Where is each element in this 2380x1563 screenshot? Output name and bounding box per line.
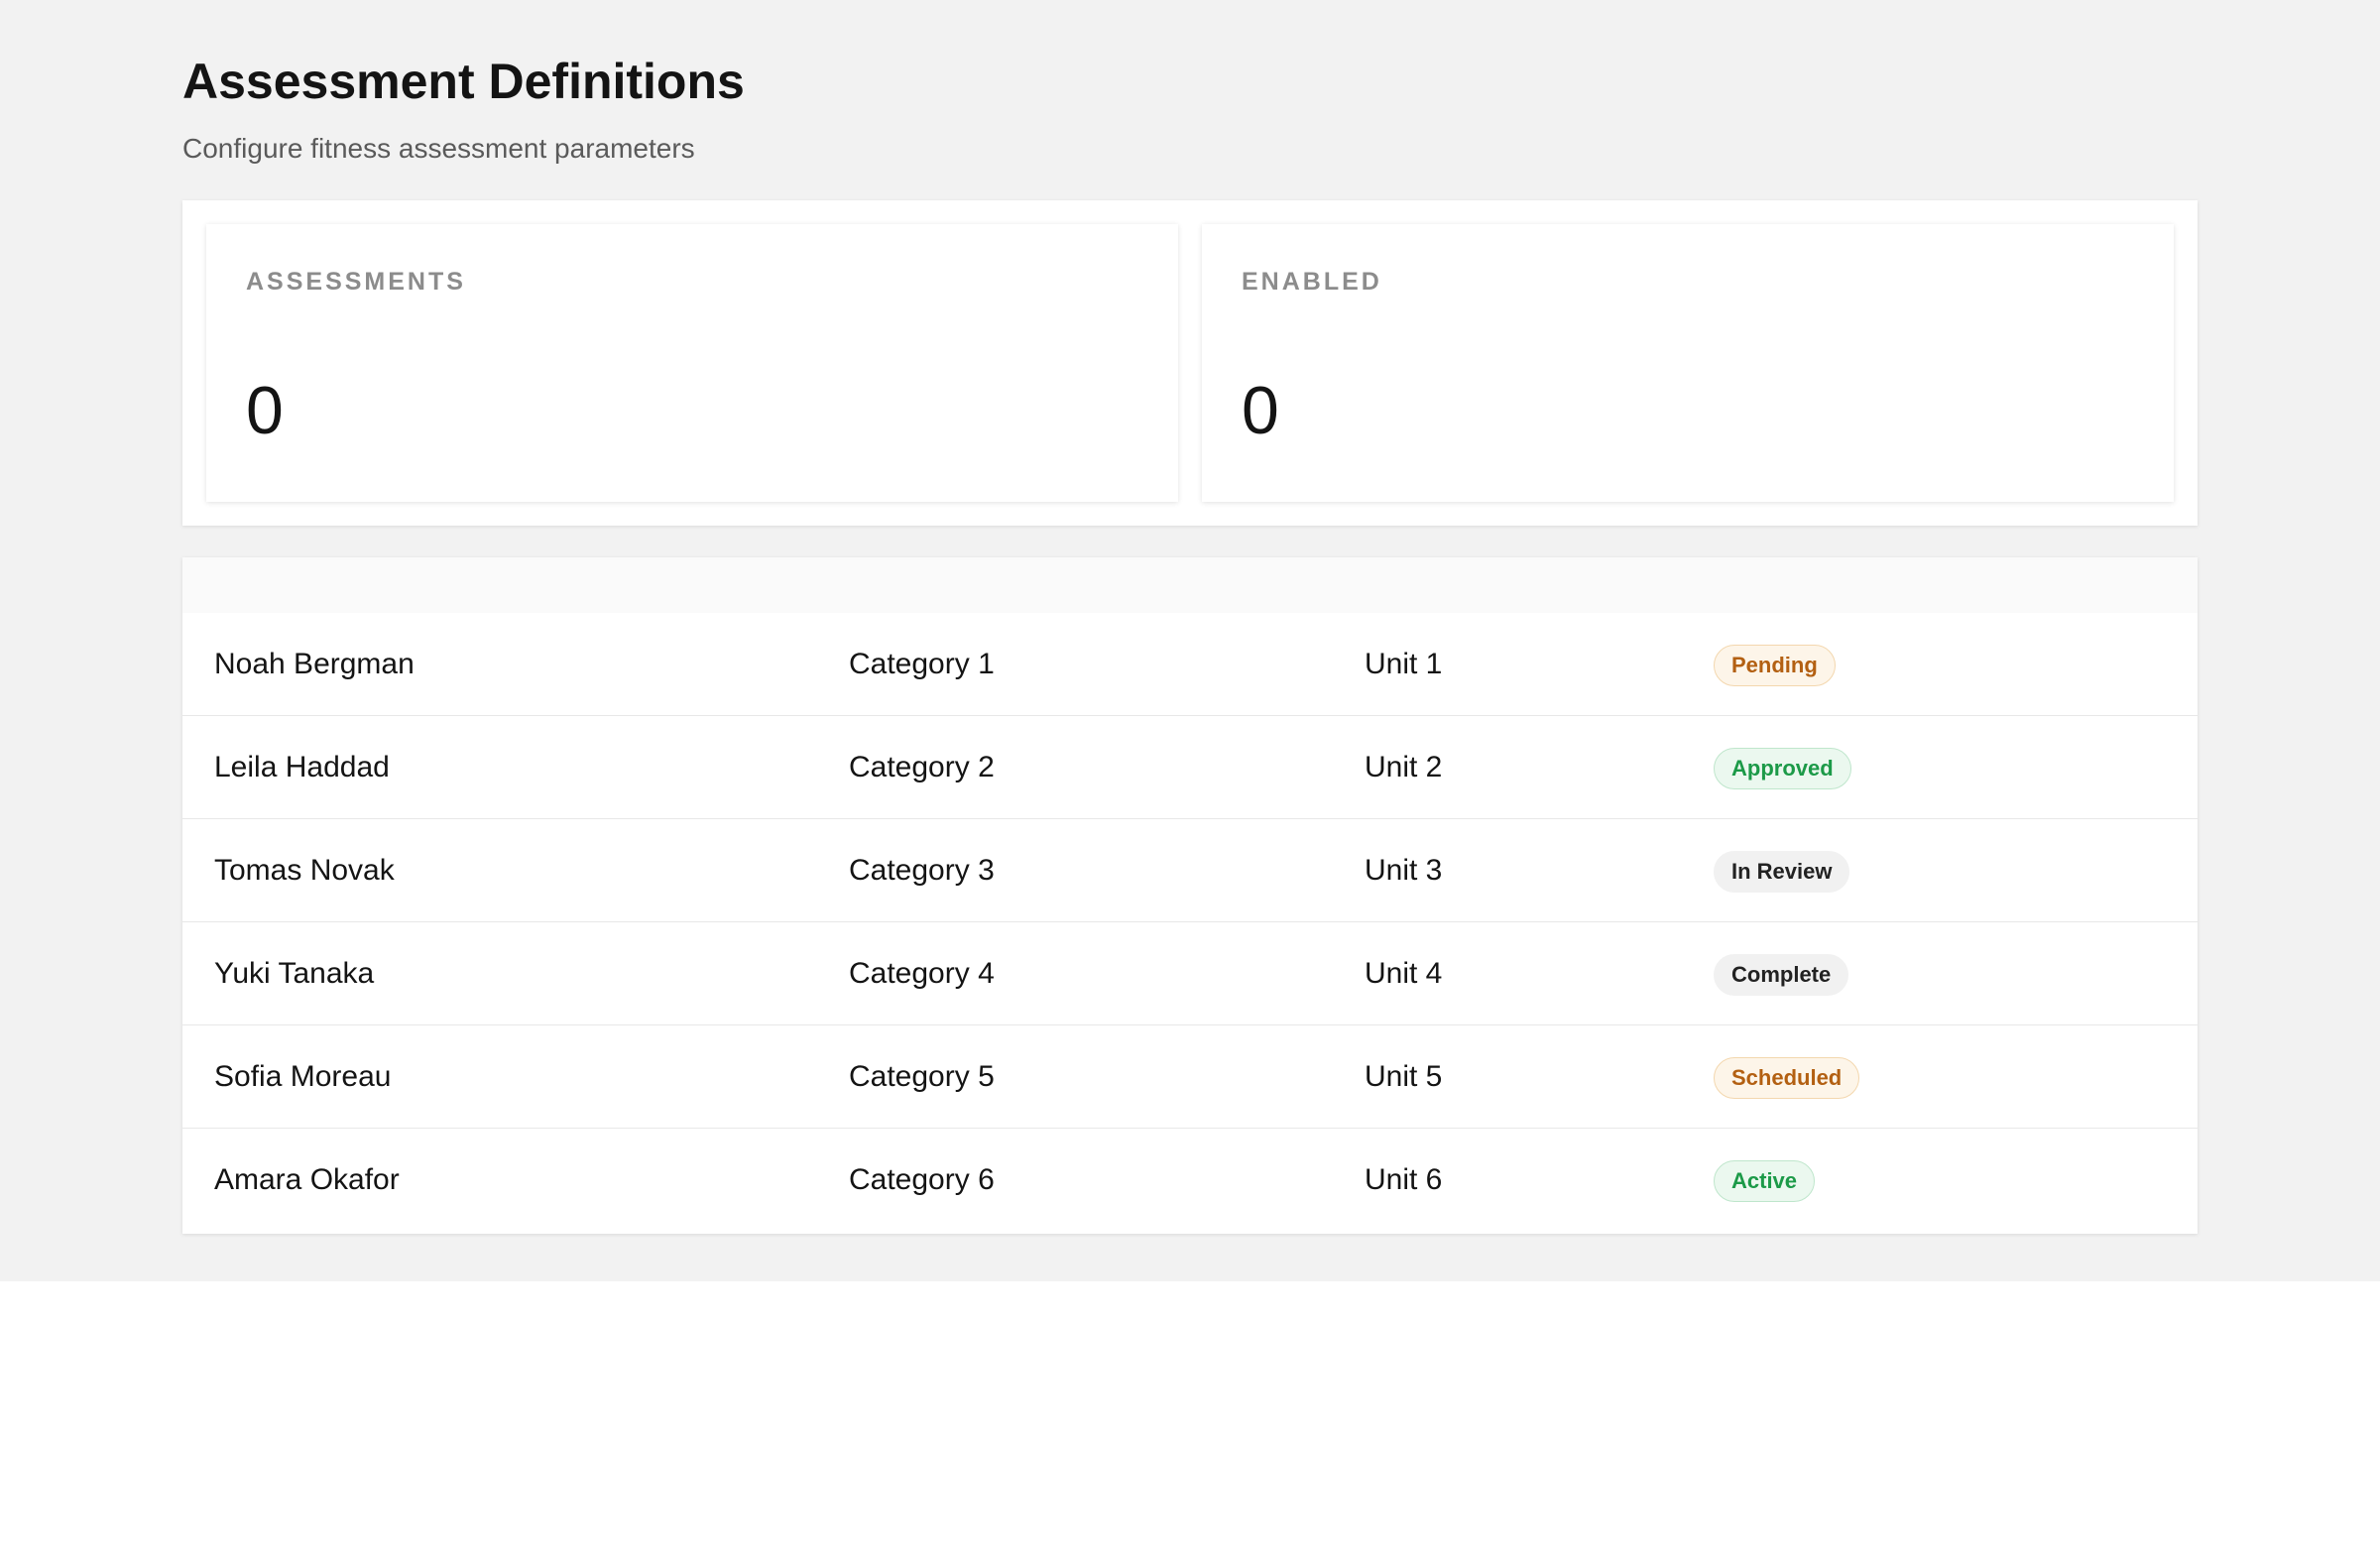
cell-unit: Unit 5 [1365,1060,1443,1093]
stat-value: 0 [246,373,284,448]
stat-card-enabled: ENABLED 0 [1202,224,2174,502]
cell-status: Scheduled [1714,1025,1860,1128]
table-row[interactable]: Yuki Tanaka Category 4 Unit 4 Complete [182,922,2198,1025]
cell-name: Tomas Novak [214,854,395,887]
cell-category: Category 5 [849,1060,995,1093]
cell-category: Category 2 [849,751,995,783]
stat-label: ENABLED [1242,268,1382,296]
cell-name: Sofia Moreau [214,1060,392,1093]
stats-panel: ASSESSMENTS 0 ENABLED 0 [182,200,2198,526]
cell-unit: Unit 4 [1365,957,1443,990]
stat-card-assessments: ASSESSMENTS 0 [206,224,1178,502]
assessment-table: Noah Bergman Category 1 Unit 1 Pending L… [182,557,2198,1234]
cell-status: Pending [1714,613,1836,715]
status-badge: In Review [1714,851,1850,894]
cell-status: Approved [1714,716,1851,818]
cell-status: Active [1714,1129,1816,1231]
status-badge: Complete [1714,954,1849,997]
table-row[interactable]: Noah Bergman Category 1 Unit 1 Pending [182,613,2198,716]
cell-unit: Unit 6 [1365,1163,1443,1196]
cell-unit: Unit 2 [1365,751,1443,783]
cell-name: Noah Bergman [214,648,415,680]
cell-unit: Unit 3 [1365,854,1443,887]
cell-status: In Review [1714,819,1850,921]
table-row[interactable]: Leila Haddad Category 2 Unit 2 Approved [182,716,2198,819]
stat-label: ASSESSMENTS [246,268,466,296]
stat-value: 0 [1242,373,1279,448]
cell-name: Yuki Tanaka [214,957,375,990]
table-row[interactable]: Tomas Novak Category 3 Unit 3 In Review [182,819,2198,922]
cell-category: Category 4 [849,957,995,990]
page-title: Assessment Definitions [182,54,745,109]
cell-name: Leila Haddad [214,751,390,783]
cell-category: Category 6 [849,1163,995,1196]
cell-name: Amara Okafor [214,1163,400,1196]
status-badge: Active [1714,1160,1816,1203]
table-row[interactable]: Amara Okafor Category 6 Unit 6 Active [182,1129,2198,1232]
status-badge: Pending [1714,645,1836,687]
cell-unit: Unit 1 [1365,648,1443,680]
cell-status: Complete [1714,922,1849,1024]
table-row[interactable]: Sofia Moreau Category 5 Unit 5 Scheduled [182,1025,2198,1129]
status-badge: Scheduled [1714,1057,1860,1100]
cell-category: Category 1 [849,648,995,680]
table-header [182,557,2198,613]
cell-category: Category 3 [849,854,995,887]
page-subtitle: Configure fitness assessment parameters [182,133,695,164]
status-badge: Approved [1714,748,1851,790]
